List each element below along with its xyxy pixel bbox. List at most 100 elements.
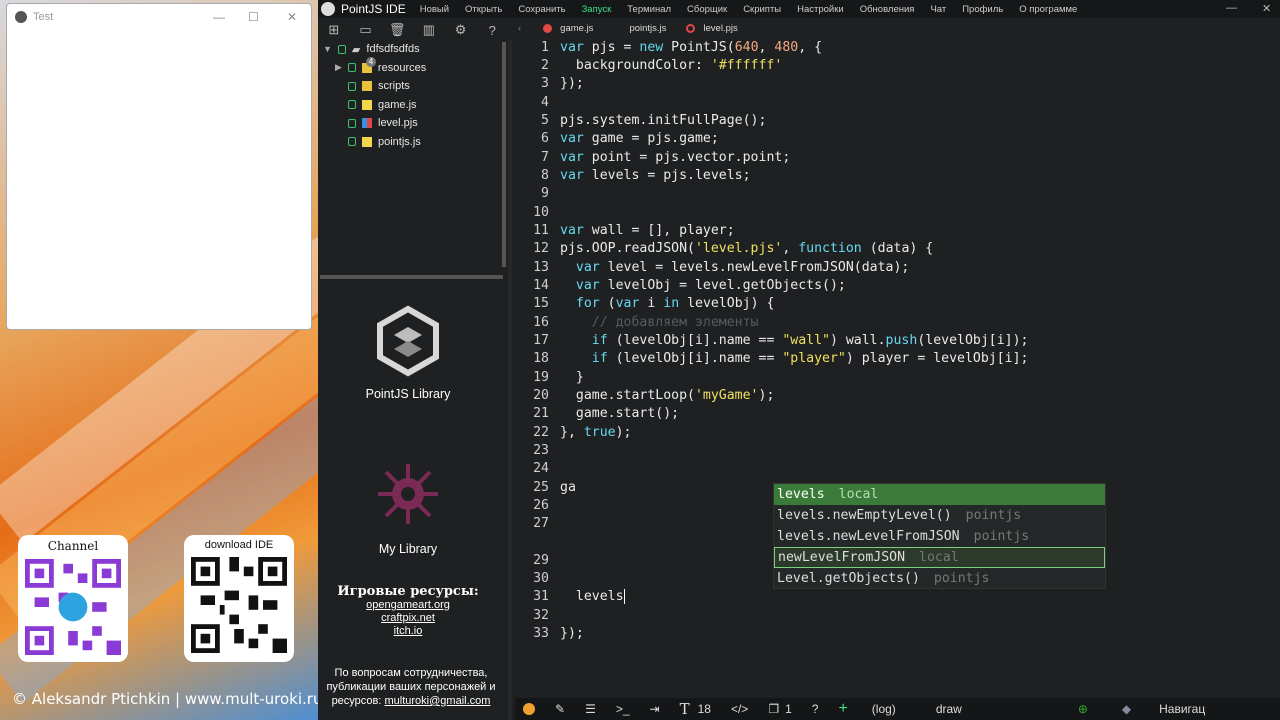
edit-icon[interactable]: ✎	[555, 702, 565, 716]
log-button[interactable]: (log)	[872, 702, 896, 716]
my-library-tile[interactable]: My Library	[318, 458, 498, 556]
code-line: ga	[560, 480, 576, 495]
pointjs-library-tile[interactable]: PointJS Library	[318, 305, 498, 401]
tab-label: level.pjs	[703, 23, 738, 34]
code-line: game.start();	[560, 406, 680, 421]
new-file-icon[interactable]: ⊞	[318, 22, 350, 38]
new-folder-icon[interactable]: ▭	[350, 22, 382, 38]
add-icon[interactable]: +	[838, 700, 847, 718]
code-line: var pjs = new PointJS(640, 480, {	[560, 40, 823, 55]
tree-item-pointjs-js[interactable]: pointjs.js	[318, 133, 508, 152]
menu-run[interactable]: Запуск	[582, 4, 612, 15]
autocomplete-item[interactable]: newLevelFromJSON local	[774, 547, 1105, 568]
line-number: 1	[541, 40, 549, 55]
qr-code-icon	[191, 557, 287, 653]
code-line: var wall = [], player;	[560, 223, 735, 238]
tree-item-resources[interactable]: ▶ 4 resources	[318, 56, 508, 78]
menu-new[interactable]: Новый	[420, 4, 449, 15]
code-icon[interactable]: </>	[731, 702, 748, 716]
line-number: 29	[533, 553, 549, 568]
coop-line: По вопросам сотрудничества,	[334, 667, 488, 679]
app-logo-icon	[321, 2, 335, 16]
menu-save[interactable]: Сохранить	[518, 4, 565, 15]
link-opengameart[interactable]: opengameart.org	[318, 599, 498, 612]
minimize-icon[interactable]: —	[213, 10, 225, 24]
line-number: 22	[533, 425, 549, 440]
maximize-icon[interactable]: ☐	[248, 10, 259, 24]
tree-scrollbar[interactable]	[502, 42, 506, 267]
tree-item-game-js[interactable]: game.js	[318, 96, 508, 115]
modified-ring-icon	[686, 24, 696, 33]
modified-dot-icon	[543, 24, 553, 33]
autocomplete-item[interactable]: levels local	[774, 484, 1105, 505]
test-window[interactable]: Test — ☐ ✕	[6, 3, 312, 330]
menu-settings[interactable]: Настройки	[797, 4, 844, 15]
library-icon[interactable]: ▥	[413, 22, 445, 38]
line-number: 4	[541, 95, 549, 110]
tabs-back-icon[interactable]: ‹	[518, 23, 521, 34]
code-line: });	[560, 76, 584, 91]
menu-open[interactable]: Открыть	[465, 4, 502, 15]
code-editor[interactable]: 1 var pjs = new PointJS(640, 480, { 2 bac…	[515, 40, 1280, 698]
close-icon[interactable]: ✕	[287, 10, 297, 24]
terminal-icon[interactable]: >_	[616, 702, 630, 716]
help-icon[interactable]: ?	[812, 702, 819, 716]
pointjs-library-label: PointJS Library	[365, 387, 451, 401]
line-number: 2	[541, 58, 549, 73]
help-icon[interactable]: ?	[476, 23, 508, 38]
panel-splitter[interactable]	[320, 275, 503, 279]
autocomplete-item[interactable]: levels.newLevelFromJSON pointjs	[774, 526, 1105, 547]
pointjs-logo-icon	[377, 305, 439, 377]
gear-icon[interactable]: ⚙	[445, 22, 477, 38]
tree-item-label: pointjs.js	[378, 135, 421, 148]
menu-updates[interactable]: Обновления	[860, 4, 915, 15]
tab-pointjs-js[interactable]: pointjs.js	[613, 23, 666, 34]
close-icon[interactable]: ✕	[1262, 2, 1271, 15]
minimize-icon[interactable]: —	[1226, 2, 1237, 14]
folder-icon: 4	[361, 56, 376, 73]
line-number: 25	[533, 480, 549, 495]
panel-separator[interactable]	[508, 40, 512, 720]
draw-mode[interactable]: draw	[936, 702, 962, 716]
menu-builder[interactable]: Сборщик	[687, 4, 727, 15]
align-icon[interactable]: ⇥	[650, 702, 660, 716]
delete-icon[interactable]: 🗑	[381, 22, 413, 38]
menu-about[interactable]: О программе	[1019, 4, 1077, 15]
navigation-label[interactable]: Навигац	[1159, 702, 1205, 716]
windows-icon[interactable]: ❐	[768, 702, 779, 716]
link-craftpix[interactable]: craftpix.net	[318, 612, 498, 625]
folder-icon	[362, 81, 372, 92]
code-line: }	[560, 370, 584, 385]
coop-line: ресурсов:	[331, 695, 382, 707]
tab-label: pointjs.js	[629, 23, 667, 34]
menu-scripts[interactable]: Скрипты	[743, 4, 781, 15]
ide-window: PointJS IDE Новый Открыть Сохранить Запу…	[318, 0, 1280, 720]
menu-chat[interactable]: Чат	[930, 4, 946, 15]
lock-icon	[348, 137, 356, 147]
line-number: 23	[533, 443, 549, 458]
tab-game-js[interactable]: game.js	[543, 23, 593, 34]
tree-item-scripts[interactable]: scripts	[318, 77, 508, 96]
autocomplete-item[interactable]: Level.getObjects() pointjs	[774, 568, 1105, 589]
sliders-icon[interactable]: ☰	[585, 702, 596, 716]
line-number: 9	[541, 186, 549, 201]
tree-item-label: resources	[377, 61, 427, 74]
link-itch[interactable]: itch.io	[318, 625, 498, 638]
tree-item-label: fdfsdfsdfds	[366, 43, 420, 56]
font-size-icon[interactable]: T	[680, 700, 690, 718]
tree-item-level-pjs[interactable]: level.pjs	[318, 114, 508, 133]
autocomplete-item[interactable]: levels.newEmptyLevel() pointjs	[774, 505, 1105, 526]
tab-label: game.js	[560, 23, 594, 34]
tab-level-pjs[interactable]: level.pjs	[686, 23, 738, 34]
game-resources: Игровые ресурсы: opengameart.org craftpi…	[318, 584, 498, 638]
coop-email-link[interactable]: multuroki@gmail.com	[385, 695, 491, 707]
menu-profile[interactable]: Профиль	[962, 4, 1003, 15]
test-window-titlebar[interactable]: Test	[7, 4, 311, 30]
tree-project-root[interactable]: ▼ ▰ fdfsdfsdfds	[318, 40, 508, 59]
menu-terminal[interactable]: Терминал	[627, 4, 671, 15]
upload-icon[interactable]: ⊕	[1078, 702, 1088, 716]
line-number: 10	[533, 205, 549, 220]
theme-icon[interactable]	[523, 703, 535, 715]
chevron-right-icon: ▶	[335, 62, 342, 73]
code-line: backgroundColor: '#ffffff'	[560, 58, 783, 73]
